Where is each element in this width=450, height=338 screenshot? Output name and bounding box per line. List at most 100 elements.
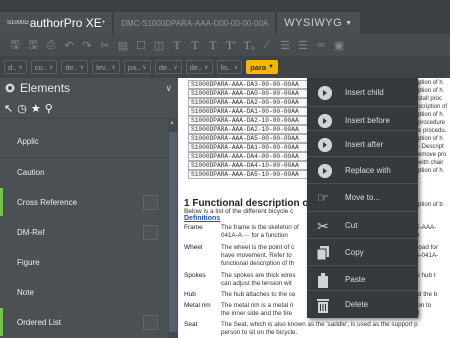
element-item-label: Cross Reference <box>17 197 78 207</box>
menu-item-replace-with[interactable]: Replace with <box>307 156 418 185</box>
element-item-label: Caution <box>17 167 45 177</box>
list-numbered-icon[interactable]: ☰ <box>276 36 294 54</box>
app-name-prefix: S1000D <box>7 20 29 26</box>
list-item[interactable]: S1000DPARA-AAA-DA3-00-00-00AA <box>188 80 308 89</box>
list-item[interactable]: S1000DPARA-AAA-DA2-10-00-00AA <box>188 116 308 125</box>
breadcrumb-item-active[interactable]: para ▼ <box>246 60 278 74</box>
element-item-figure[interactable]: Figure <box>0 248 168 276</box>
breadcrumb-label: de.. <box>65 62 78 72</box>
checkbox[interactable] <box>143 195 158 210</box>
definition-term[interactable]: Seat <box>184 321 197 328</box>
list-item-desc: ption of h <box>418 112 443 118</box>
breadcrumb-item[interactable]: de.. ∨ <box>154 60 182 74</box>
menu-item-label: Insert after <box>345 140 384 149</box>
toolbar: 🖫 🖫 ⎙ ↶ ↷ ✂ ▤ ☐ ◫ T T T T′ Tₓ ∕ ☰ ☰ ∞ ▣ <box>0 34 450 56</box>
list-item-desc: ption of h <box>418 136 443 142</box>
chevron-down-icon: ∨ <box>233 64 239 71</box>
menu-item-copy[interactable]: Copy <box>307 238 418 267</box>
breadcrumb-item[interactable]: d.. ∨ <box>4 60 27 74</box>
intro-paragraph[interactable]: Below is a list of the different bicycle… <box>184 208 293 215</box>
breadcrumb-item[interactable]: lis.. ∨ <box>216 60 243 74</box>
element-item-cross-reference[interactable]: Cross Reference <box>0 188 168 216</box>
cursor-icon[interactable]: ↖ <box>4 102 13 115</box>
star-icon[interactable]: ★ <box>31 102 41 115</box>
element-item-caution[interactable]: Caution <box>0 158 168 186</box>
scrollbar-thumb[interactable] <box>169 132 177 332</box>
trash-icon[interactable]: ◫ <box>150 36 168 54</box>
definition-term[interactable]: Wheel <box>184 244 202 251</box>
chevron-down-icon: ∨ <box>173 64 178 71</box>
list-item[interactable]: S1000DPARA-AAA-DA2-10-00-00AA <box>188 125 308 134</box>
definition-term[interactable]: Hub <box>184 291 196 298</box>
breadcrumb-item[interactable]: lev.. ∨ <box>92 60 120 74</box>
element-item-dm-ref[interactable]: DM-Ref <box>0 218 168 246</box>
cut-icon[interactable]: ✂ <box>96 36 114 54</box>
element-item-applic[interactable]: Applic <box>0 127 168 155</box>
history-icon[interactable]: ◷ <box>17 102 27 115</box>
breadcrumb-item[interactable]: co.. ∨ <box>30 60 58 74</box>
chevron-down-icon[interactable]: ∨ <box>165 83 172 94</box>
definition-desc[interactable]: The Seat, which is also known as the 'sa… <box>221 321 441 337</box>
element-item-note[interactable]: Note <box>0 278 168 306</box>
menu-item-delete[interactable]: Delete <box>307 290 418 319</box>
desc-text: 041A-A <box>221 232 242 239</box>
copy-icon <box>314 244 332 262</box>
list-item[interactable]: S1000DPARA-AAA-DA4-00-00-00AA <box>188 152 308 161</box>
breadcrumb-item[interactable]: de.. ∨ <box>185 60 213 74</box>
breadcrumb-label: de.. <box>189 62 203 72</box>
menu-item-cut[interactable]: ✂ Cut <box>307 211 418 240</box>
menu-item-insert-child[interactable]: Insert child <box>307 78 418 107</box>
document-tab[interactable]: DMC-S1000DPARA-AAA-D00-00-00-00A <box>114 12 276 34</box>
attach-icon[interactable]: ∕ <box>258 36 276 54</box>
menu-item-insert-after[interactable]: Insert after <box>307 130 418 159</box>
menu-item-label: Copy <box>345 248 364 257</box>
definitions-link[interactable]: Definitions <box>184 215 220 222</box>
chevron-down-icon: ∨ <box>79 64 85 71</box>
desc-text: functional description of th <box>221 260 295 267</box>
chevron-down-icon: ∨ <box>48 64 54 71</box>
text-style-icon[interactable]: T <box>168 36 186 54</box>
image-icon[interactable]: ▣ <box>330 36 348 54</box>
view-mode-dropdown[interactable]: WYSIWYG ▼ <box>277 12 360 34</box>
breadcrumb-item[interactable]: de.. ∨ <box>61 60 89 74</box>
desc-text: can adjust the tension wit <box>221 280 292 287</box>
list-item[interactable]: S1000DPARA-AAA-DA5-00-00-00AA <box>188 134 308 143</box>
breadcrumb-item[interactable]: pa.. ∨ <box>123 60 151 74</box>
text-sup-icon[interactable]: T′ <box>222 36 240 54</box>
text-style-icon[interactable]: T <box>186 36 204 54</box>
text-clear-icon[interactable]: Tₓ <box>240 36 258 54</box>
redo-icon[interactable]: ↷ <box>78 36 96 54</box>
list-bullet-icon[interactable]: ☰ <box>294 36 312 54</box>
list-item[interactable]: S1000DPARA-AAA-DA5-10-00-00AA <box>188 170 308 179</box>
sidebar-scrollbar[interactable]: ▲ <box>168 118 178 338</box>
definition-term[interactable]: Metal rim <box>184 302 211 309</box>
definition-term[interactable]: Frame <box>184 224 203 231</box>
menu-item-move-to[interactable]: ☞ Move to... <box>307 183 418 212</box>
scroll-up-icon[interactable]: ▲ <box>169 120 175 126</box>
list-item[interactable]: S1000DPARA-AAA-DA1-00-00-00AA <box>188 107 308 116</box>
undo-icon[interactable]: ↶ <box>60 36 78 54</box>
list-item[interactable]: S1000DPARA-AAA-DA1-00-00-00AA <box>188 143 308 152</box>
print-icon[interactable]: ⎙ <box>42 36 60 54</box>
checkbox[interactable] <box>143 315 158 330</box>
list-item-desc: - Descript <box>418 144 444 150</box>
desc-text: The hub attaches to the ce <box>221 291 296 298</box>
elements-title: Elements <box>20 81 71 95</box>
search-icon[interactable]: ⚲ <box>45 102 53 115</box>
elements-panel-header[interactable]: Elements ∨ <box>0 78 178 98</box>
menu-item-label: Move to... <box>345 193 381 202</box>
saveas-icon[interactable]: 🖫 <box>24 36 42 54</box>
list-item[interactable]: S1000DPARA-AAA-DA2-00-00-00AA <box>188 98 308 107</box>
link-icon[interactable]: ∞ <box>312 36 330 54</box>
list-item[interactable]: S1000DPARA-AAA-DA4-10-00-00AA <box>188 161 308 170</box>
lock-icon[interactable]: ☐ <box>132 36 150 54</box>
paste-icon[interactable]: ▤ <box>114 36 132 54</box>
desc-text: The spokes are thick wires <box>221 272 296 279</box>
list-item[interactable]: S1000DPARA-AAA-DA0-00-00-00AA <box>188 89 308 98</box>
element-item-ordered-list[interactable]: Ordered List <box>0 308 168 336</box>
checkbox[interactable] <box>143 225 158 240</box>
definition-term[interactable]: Spokes <box>184 272 206 279</box>
save-icon[interactable]: 🖫 <box>6 36 24 54</box>
app-tab[interactable]: S1000D authorPro XE + <box>0 12 113 34</box>
text-style-icon[interactable]: T <box>204 36 222 54</box>
